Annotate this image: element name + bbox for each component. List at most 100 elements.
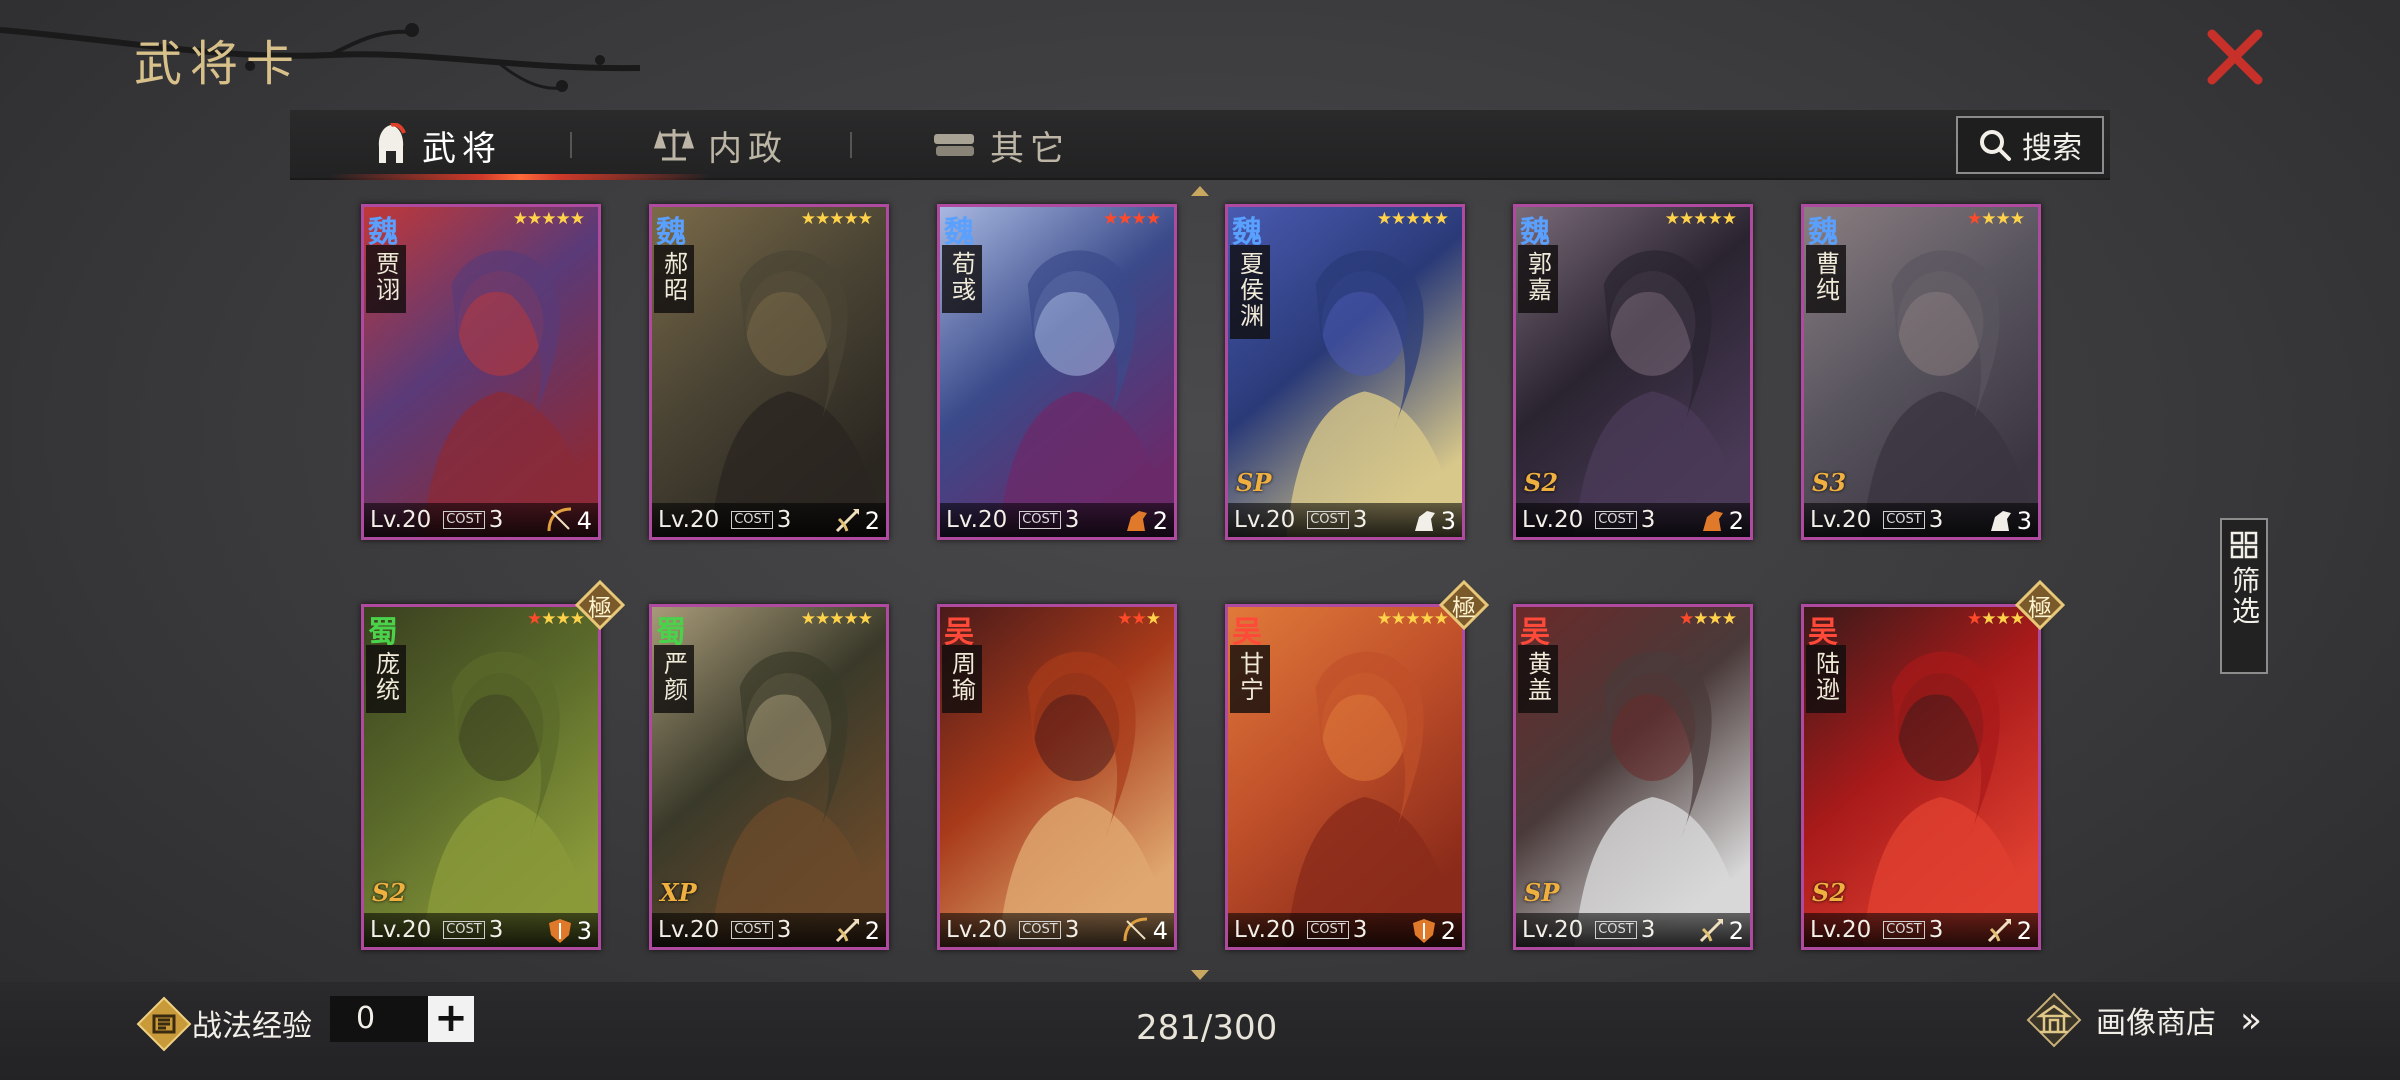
season-tag: XP	[660, 878, 697, 907]
cost-value: 3	[488, 507, 504, 533]
name-strip: 郭嘉	[1518, 245, 1558, 313]
page-title: 武将卡	[134, 36, 303, 92]
troop-count: 2	[1728, 507, 1744, 535]
tactic-exp-value: 0	[330, 996, 430, 1042]
general-card[interactable]: 吴 陆逊 ★★★★ S2 Lv.20 COST 3 2	[1801, 604, 2041, 950]
search-label: 搜索	[2022, 131, 2082, 166]
close-icon[interactable]	[2200, 22, 2270, 92]
general-card[interactable]: 吴 黄盖 ★★★★ SP Lv.20 COST 3 2	[1513, 604, 1753, 950]
elite-badge-icon: 極	[2015, 580, 2065, 630]
cost-label: COST	[1307, 511, 1349, 529]
spear-icon	[1699, 919, 1723, 943]
tab-divider	[570, 132, 572, 158]
general-name: 夏侯渊	[1235, 251, 1264, 329]
horse-icon	[1990, 511, 2011, 531]
general-card[interactable]: 魏 荀彧 ★★★★ Lv.20 COST 3 2	[937, 204, 1177, 540]
name-strip: 严颜	[654, 645, 694, 713]
shop-label: 画像商店	[2096, 1006, 2216, 1041]
level-label: Lv.20	[1810, 507, 1872, 533]
troop-type: 4	[1121, 915, 1168, 945]
cost-label: COST	[1019, 511, 1061, 529]
cavalry-icon	[1126, 511, 1147, 531]
troop-count: 3	[1440, 507, 1456, 535]
tab-others[interactable]: 其它	[932, 110, 1070, 180]
spear-icon	[835, 919, 859, 943]
level-label: Lv.20	[1234, 507, 1296, 533]
level-label: Lv.20	[1234, 917, 1296, 943]
general-name: 黄盖	[1523, 651, 1552, 703]
tab-label-politics: 内政	[708, 128, 788, 169]
troop-type: 3	[1985, 505, 2032, 535]
tactic-exp-icon	[136, 996, 192, 1052]
shop-arrow-icon: »	[2240, 999, 2263, 1041]
cost-label: COST	[443, 921, 485, 939]
name-strip: 甘宁	[1230, 645, 1270, 713]
season-tag: S2	[372, 878, 407, 907]
general-name: 荀彧	[947, 251, 976, 303]
search-button[interactable]: 搜索	[1956, 116, 2104, 174]
cost-value: 3	[1640, 507, 1656, 533]
tab-politics[interactable]: 内政	[654, 110, 788, 180]
troop-count: 2	[2016, 917, 2032, 945]
shop-pavilion-icon	[2026, 992, 2082, 1048]
general-card[interactable]: 蜀 庞统 ★★★★ S2 Lv.20 COST 3 3	[361, 604, 601, 950]
general-card[interactable]: 吴 甘宁 ★★★★★ Lv.20 COST 3 2	[1225, 604, 1465, 950]
general-card[interactable]: 蜀 严颜 ★★★★★ XP Lv.20 COST 3 2	[649, 604, 889, 950]
star-rating: ★★★★★	[800, 209, 873, 229]
bow-icon	[1123, 917, 1147, 942]
elite-label: 極	[1452, 593, 1476, 622]
scroll-stack-icon	[934, 134, 974, 156]
general-card[interactable]: 魏 贾诩 ★★★★★ Lv.20 COST 3 4	[361, 204, 601, 540]
general-card[interactable]: 吴 周瑜 ★★★ Lv.20 COST 3 4	[937, 604, 1177, 950]
star-rating: ★★★★★	[1664, 209, 1737, 229]
star-rating: ★★★★	[1679, 609, 1737, 629]
general-name: 陆逊	[1811, 651, 1840, 703]
troop-type: 2	[833, 915, 880, 945]
filter-label: 筛选	[2228, 566, 2261, 626]
level-label: Lv.20	[658, 507, 720, 533]
troop-type: 2	[1121, 505, 1168, 535]
cavalry-icon	[1702, 511, 1723, 531]
ink-branch-decoration	[0, 23, 641, 92]
add-exp-button[interactable]: +	[428, 996, 474, 1042]
troop-count: 4	[576, 507, 592, 535]
cost-label: COST	[443, 511, 485, 529]
general-card[interactable]: 魏 曹纯 ★★★★ S3 Lv.20 COST 3 3	[1801, 204, 2041, 540]
cost-value: 3	[1928, 917, 1944, 943]
portrait-shop-button[interactable]: 画像商店 »	[2024, 990, 2262, 1050]
cost-label: COST	[1595, 921, 1637, 939]
troop-type: 2	[1697, 915, 1744, 945]
star-rating: ★★★★★	[800, 609, 873, 629]
troop-count: 2	[1440, 917, 1456, 945]
elite-badge-icon: 極	[575, 580, 625, 630]
spear-icon	[1987, 919, 2011, 943]
filter-button[interactable]: 筛选	[2220, 518, 2268, 674]
cost-value: 3	[1640, 917, 1656, 943]
level-label: Lv.20	[370, 507, 432, 533]
star-rating: ★★★★★	[1376, 209, 1449, 229]
tab-generals[interactable]: 武将	[374, 110, 502, 180]
general-card[interactable]: 魏 郝昭 ★★★★★ Lv.20 COST 3 2	[649, 204, 889, 540]
general-name: 郭嘉	[1523, 251, 1552, 303]
tab-bar: 武将 内政 其它 搜索	[290, 110, 2110, 180]
troop-count: 2	[1152, 507, 1168, 535]
troop-type: 2	[1409, 915, 1456, 945]
tab-label-generals: 武将	[422, 128, 502, 169]
cost-value: 3	[1064, 507, 1080, 533]
shield-icon	[548, 919, 571, 943]
general-card[interactable]: 魏 郭嘉 ★★★★★ S2 Lv.20 COST 3 2	[1513, 204, 1753, 540]
cost-value: 3	[1352, 507, 1368, 533]
star-rating: ★★★★★	[512, 209, 585, 229]
troop-count: 3	[2016, 507, 2032, 535]
tab-label-others: 其它	[990, 128, 1070, 169]
shield-icon	[1412, 919, 1435, 943]
card-count: 281/300	[1136, 1008, 1278, 1048]
name-strip: 郝昭	[654, 245, 694, 313]
cost-value: 3	[488, 917, 504, 943]
cost-label: COST	[731, 511, 773, 529]
general-card[interactable]: 魏 夏侯渊 ★★★★★ SP Lv.20 COST 3 3	[1225, 204, 1465, 540]
cost-value: 3	[1064, 917, 1080, 943]
scroll-down-indicator	[1191, 970, 1209, 980]
cost-label: COST	[1019, 921, 1061, 939]
name-strip: 夏侯渊	[1230, 245, 1270, 339]
